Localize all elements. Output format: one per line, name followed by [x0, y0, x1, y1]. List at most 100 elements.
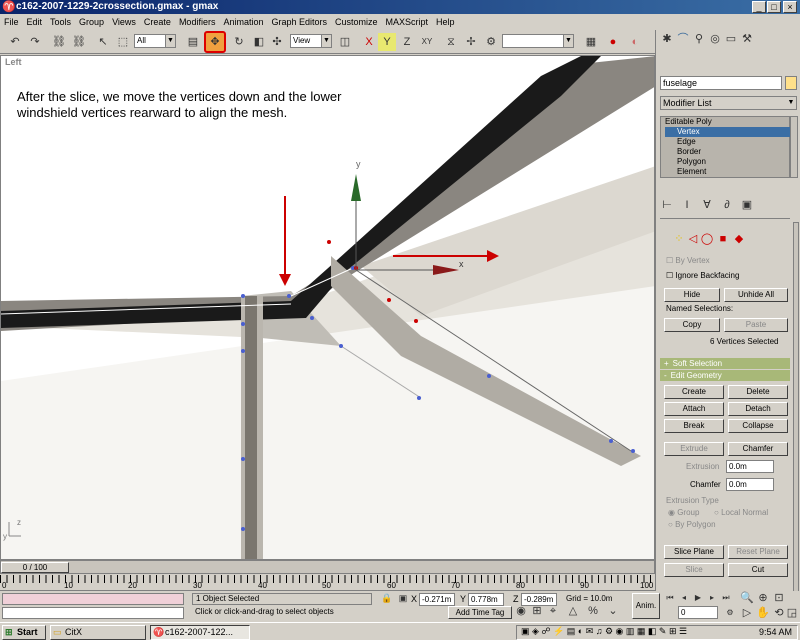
time-slider-thumb[interactable]: 0 / 100 [1, 562, 69, 573]
axis-x-icon[interactable]: X [360, 33, 378, 51]
field-of-view-icon[interactable]: ▷ [740, 606, 754, 620]
select-icon[interactable]: ↖ [94, 33, 112, 51]
axis-xy-icon[interactable]: XY [418, 33, 436, 51]
menu-customize[interactable]: Customize [331, 15, 382, 29]
play-icon[interactable]: ▶ [692, 591, 704, 605]
modify-tab-icon[interactable]: ⌒ [676, 32, 690, 46]
create-button[interactable]: Create [664, 385, 724, 399]
menu-group[interactable]: Group [75, 15, 108, 29]
render-icon[interactable]: ● [604, 33, 622, 51]
menu-modifiers[interactable]: Modifiers [175, 15, 220, 29]
maxscript-listener-mini[interactable] [2, 593, 184, 605]
configure-modifiers-icon[interactable]: ▣ [740, 198, 754, 212]
angle-snap-icon[interactable]: △ [566, 604, 580, 618]
by-vertex-checkbox[interactable]: ☐ By Vertex [666, 256, 710, 265]
reference-coord-dropdown[interactable]: View ▼ [290, 34, 332, 48]
menu-maxscript[interactable]: MAXScript [382, 15, 433, 29]
remove-modifier-icon[interactable]: ∂ [720, 198, 734, 212]
key-mode-icon[interactable]: ◉ [514, 604, 528, 618]
redo-icon[interactable]: ↷ [26, 33, 44, 51]
unhide-all-button[interactable]: Unhide All [724, 288, 788, 302]
chamfer-button[interactable]: Chamfer [728, 442, 788, 456]
create-tab-icon[interactable]: ✱ [660, 32, 674, 46]
start-button[interactable]: ⊞ Start [2, 625, 46, 640]
percent-snap-icon[interactable]: % [586, 604, 600, 618]
viewport-label[interactable]: Left [5, 57, 22, 67]
move-icon[interactable]: ✥ [204, 31, 226, 53]
menu-animation[interactable]: Animation [219, 15, 267, 29]
menu-graph-editors[interactable]: Graph Editors [267, 15, 331, 29]
stack-item-vertex[interactable]: Vertex [665, 127, 790, 137]
break-button[interactable]: Break [664, 419, 724, 433]
add-time-tag-button[interactable]: Add Time Tag [448, 606, 512, 619]
arc-rotate-icon[interactable]: ⟲ [772, 606, 786, 620]
select-by-name-icon[interactable]: ▤ [184, 33, 202, 51]
soft-selection-rollout[interactable]: + Soft Selection [660, 358, 790, 369]
utilities-tab-icon[interactable]: ⚒ [740, 32, 754, 46]
menu-edit[interactable]: Edit [23, 15, 47, 29]
material-editor-icon[interactable]: ▦ [582, 33, 600, 51]
y-coord-field[interactable]: 0.778m [468, 593, 504, 606]
scale-icon[interactable]: ◧ [250, 33, 268, 51]
paste-button[interactable]: Paste [724, 318, 788, 332]
menu-help[interactable]: Help [432, 15, 459, 29]
maximize-viewport-icon[interactable]: ◲ [786, 606, 798, 620]
axis-z-icon[interactable]: Z [398, 33, 416, 51]
axis-y-icon[interactable]: Y [378, 33, 396, 51]
maximize-button[interactable]: □ [767, 1, 781, 13]
lock-selection-icon[interactable]: 🔒 [380, 591, 394, 605]
spinner-snap-icon[interactable]: ⚙ [482, 33, 500, 51]
vertex-subobject-icon[interactable]: ⁘ [672, 232, 686, 246]
by-polygon-radio[interactable]: ○ By Polygon [668, 520, 716, 529]
manipulate-icon[interactable]: ✣ [268, 33, 286, 51]
stack-item-edge[interactable]: Edge [677, 137, 696, 147]
menu-file[interactable]: File [0, 15, 23, 29]
object-name-field[interactable]: fuselage [660, 76, 782, 90]
quick-render-icon[interactable]: ◐ [626, 33, 644, 51]
rotate-icon[interactable]: ↻ [230, 33, 248, 51]
detach-button[interactable]: Detach [728, 402, 788, 416]
stack-item-polygon[interactable]: Polygon [677, 157, 706, 167]
task-citx[interactable]: ▭ CitX [50, 625, 146, 640]
copy-button[interactable]: Copy [664, 318, 720, 332]
zoom-all-icon[interactable]: ⊕ [756, 591, 770, 605]
snap-icon[interactable]: ⌖ [546, 604, 560, 618]
modifier-list-dropdown[interactable]: Modifier List ▼ [660, 96, 797, 110]
zoom-extents-icon[interactable]: ⊡ [772, 591, 786, 605]
delete-button[interactable]: Delete [728, 385, 788, 399]
border-subobject-icon[interactable]: ◯ [700, 232, 714, 246]
undo-icon[interactable]: ↶ [6, 33, 24, 51]
pan-icon[interactable]: ✋ [756, 606, 770, 620]
hide-button[interactable]: Hide [664, 288, 720, 302]
stack-item-border[interactable]: Border [677, 147, 701, 157]
link-icon[interactable]: ⛓ [50, 33, 68, 51]
extrude-button[interactable]: Extrude [664, 442, 724, 456]
stack-item-element[interactable]: Element [677, 167, 706, 177]
ignore-backfacing-checkbox[interactable]: ☐ Ignore Backfacing [666, 271, 739, 280]
pivot-center-icon[interactable]: ◫ [336, 33, 354, 51]
menu-create[interactable]: Create [140, 15, 175, 29]
animate-button[interactable]: Anim. [632, 593, 660, 619]
degradation-icon[interactable]: ⊞ [530, 604, 544, 618]
region-select-icon[interactable]: ⬚ [114, 33, 132, 51]
previous-frame-icon[interactable]: ◂ [678, 591, 690, 605]
time-config-icon[interactable]: ⚙ [724, 606, 736, 619]
timeline-ruler[interactable]: 0 10 20 30 40 50 60 70 80 90 100 [0, 575, 655, 591]
edge-subobject-icon[interactable]: ◁ [686, 232, 700, 246]
stack-item-editable-poly[interactable]: Editable Poly [665, 117, 712, 127]
go-to-start-icon[interactable]: ⏮ [664, 591, 676, 605]
zoom-icon[interactable]: 🔍 [740, 591, 754, 605]
display-tab-icon[interactable]: ▭ [724, 32, 738, 46]
polygon-subobject-icon[interactable]: ■ [716, 232, 730, 246]
edit-geometry-rollout[interactable]: - Edit Geometry [660, 370, 790, 381]
slice-plane-button[interactable]: Slice Plane [664, 545, 724, 559]
mirror-icon[interactable]: ⧖ [442, 33, 460, 51]
cut-button[interactable]: Cut [728, 563, 788, 577]
collapse-button[interactable]: Collapse [728, 419, 788, 433]
task-gmax[interactable]: ♈ c162-2007-122... [150, 625, 250, 640]
show-end-result-icon[interactable]: I [680, 198, 694, 212]
object-color-swatch[interactable] [785, 76, 797, 90]
hierarchy-tab-icon[interactable]: ⚲ [692, 32, 706, 46]
local-normal-radio[interactable]: ○ Local Normal [714, 508, 768, 517]
element-subobject-icon[interactable]: ◆ [732, 232, 746, 246]
